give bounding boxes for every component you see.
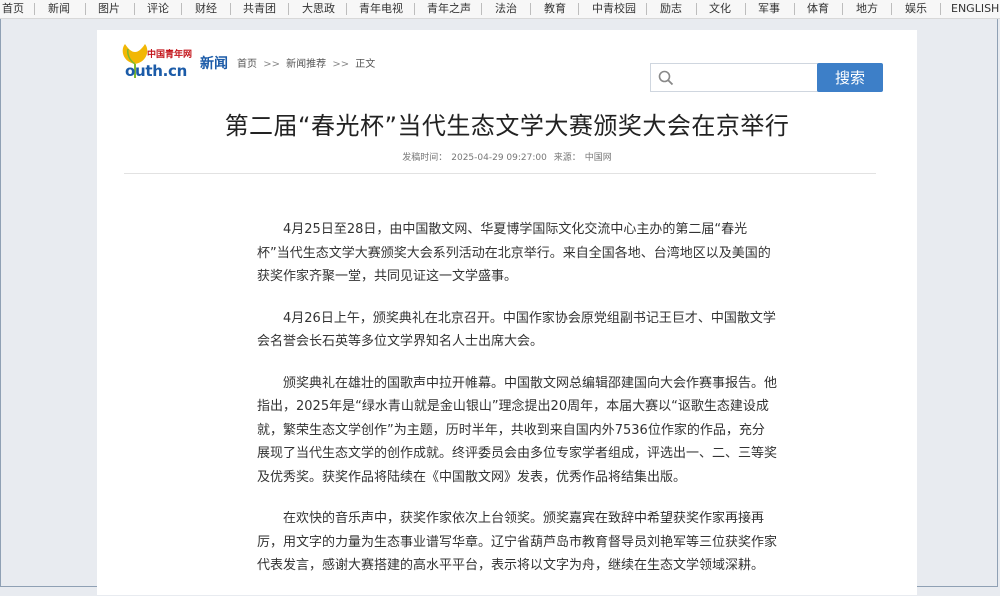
article-paragraph: 在欢快的音乐声中，获奖作家依次上台领奖。颁奖嘉宾在致辞中希望获奖作家再接再厉，用… xyxy=(257,511,778,573)
nav-separator xyxy=(842,3,843,15)
nav-item-ideology[interactable]: 大思政 xyxy=(302,2,335,16)
nav-separator xyxy=(181,3,182,15)
nav-separator xyxy=(346,3,347,15)
nav-item-culture[interactable]: 文化 xyxy=(709,2,731,16)
nav-separator xyxy=(414,3,415,15)
nav-item-finance[interactable]: 财经 xyxy=(195,2,217,16)
nav-item-campus[interactable]: 中青校园 xyxy=(592,2,636,16)
nav-separator xyxy=(34,3,35,15)
breadcrumb: 首页 >> 新闻推荐 >> 正文 xyxy=(237,55,375,70)
article-paragraph: 颁奖典礼在雄壮的国歌声中拉开帷幕。中国散文网总编辑邵建国向大会作赛事报告。他指出… xyxy=(257,375,778,485)
nav-separator xyxy=(481,3,482,15)
breadcrumb-separator: >> xyxy=(332,59,350,70)
nav-item-local[interactable]: 地方 xyxy=(856,2,878,16)
nav-item-home[interactable]: 首页 xyxy=(2,2,24,16)
nav-item-sports[interactable]: 体育 xyxy=(807,2,829,16)
nav-separator xyxy=(530,3,531,15)
nav-item-opinion[interactable]: 评论 xyxy=(147,2,169,16)
title-divider xyxy=(124,173,876,174)
nav-item-youth-tv[interactable]: 青年电视 xyxy=(359,2,403,16)
nav-item-news[interactable]: 新闻 xyxy=(48,2,70,16)
channel-name[interactable]: 新闻 xyxy=(200,53,228,73)
nav-separator xyxy=(85,3,86,15)
search-input[interactable] xyxy=(677,67,817,90)
nav-item-military[interactable]: 军事 xyxy=(758,2,780,16)
search-button[interactable]: 搜索 xyxy=(817,63,883,92)
nav-item-english[interactable]: ENGLISH xyxy=(951,2,999,16)
nav-separator xyxy=(230,3,231,15)
article-paragraph: 4月25日至28日，由中国散文网、华夏博学国际文化交流中心主办的第二届“春光杯”… xyxy=(257,222,771,284)
breadcrumb-news-recommend[interactable]: 新闻推荐 xyxy=(286,59,326,70)
article-meta: 发稿时间： 2025-04-29 09:27:00 来源： 中国网 xyxy=(97,150,917,163)
article-paragraph: 4月26日上午，颁奖典礼在北京召开。中国作家协会原党组副书记王巨才、中国散文学会… xyxy=(257,310,776,350)
search-box xyxy=(650,63,818,92)
nav-item-cyl[interactable]: 共青团 xyxy=(243,2,276,16)
nav-item-youth-voice[interactable]: 青年之声 xyxy=(427,2,471,16)
nav-separator xyxy=(745,3,746,15)
nav-separator xyxy=(288,3,289,15)
nav-item-law[interactable]: 法治 xyxy=(495,2,517,16)
article-page: 中国青年网 outh.cn 新闻 首页 >> 新闻推荐 >> 正文 搜索 第二届… xyxy=(97,30,917,595)
nav-item-inspire[interactable]: 励志 xyxy=(660,2,682,16)
nav-separator xyxy=(646,3,647,15)
publish-time: 2025-04-29 09:27:00 xyxy=(451,153,547,163)
article-body: 4月25日至28日，由中国散文网、华夏博学国际文化交流中心主办的第二届“春光杯”… xyxy=(257,218,777,596)
nav-item-education[interactable]: 教育 xyxy=(544,2,566,16)
nav-separator xyxy=(794,3,795,15)
source-label: 来源： xyxy=(553,153,581,163)
nav-separator xyxy=(696,3,697,15)
breadcrumb-current: 正文 xyxy=(355,59,376,70)
article-title: 第二届“春光杯”当代生态文学大赛颁奖大会在京举行 xyxy=(224,112,790,140)
nav-separator xyxy=(134,3,135,15)
source-name: 中国网 xyxy=(584,153,612,163)
nav-separator xyxy=(578,3,579,15)
nav-separator xyxy=(891,3,892,15)
nav-separator xyxy=(940,3,941,15)
publish-time-label: 发稿时间： xyxy=(402,153,448,163)
logo-brand-text: 中国青年网 xyxy=(147,50,193,60)
nav-item-entertainment[interactable]: 娱乐 xyxy=(905,2,927,16)
logo-domain-text: outh.cn xyxy=(125,62,188,80)
breadcrumb-separator: >> xyxy=(263,59,280,70)
search-icon xyxy=(658,70,674,86)
nav-item-photos[interactable]: 图片 xyxy=(98,2,120,16)
breadcrumb-home[interactable]: 首页 xyxy=(237,59,257,70)
top-channel-nav: 首页 新闻 图片 评论 财经 共青团 大思政 青年电视 青年之声 法治 教育 中… xyxy=(0,0,1000,19)
